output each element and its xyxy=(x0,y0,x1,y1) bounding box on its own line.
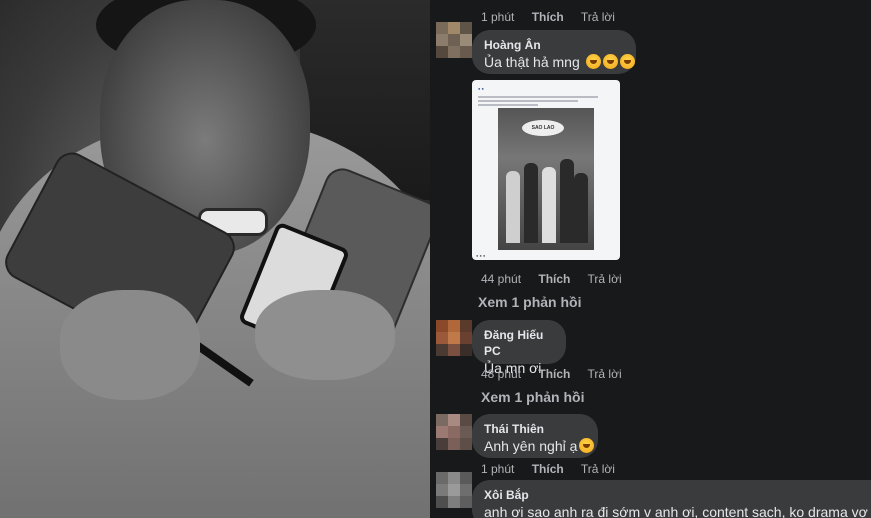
view-replies-link[interactable]: Xem 1 phản hồi xyxy=(478,294,581,310)
attachment-text-line xyxy=(478,100,578,102)
attachment-text-line xyxy=(478,104,538,106)
comment-actions: 1 phút Thích Trả lời xyxy=(481,10,629,24)
avatar[interactable] xyxy=(436,472,472,508)
crying-face-icon xyxy=(619,54,635,69)
comment-text-content: Ủa thật hả mng xyxy=(484,54,580,70)
post-photo[interactable] xyxy=(0,0,430,518)
comment-bubble: Đăng Hiếu PC Ủa mn ơi xyxy=(472,320,566,376)
commenter-name[interactable]: Hoàng Ân xyxy=(484,37,624,53)
reply-button[interactable]: Trả lời xyxy=(581,462,615,476)
comment-actions: 44 phút Thích Trả lời xyxy=(481,272,636,286)
crying-face-icon xyxy=(602,54,618,69)
attachment-text-line xyxy=(478,96,598,98)
avatar[interactable] xyxy=(436,320,472,356)
reply-button[interactable]: Trả lời xyxy=(588,272,622,286)
comment-time[interactable]: 1 phút xyxy=(481,462,514,476)
avatar[interactable] xyxy=(436,414,472,450)
comment-bubble: Thái Thiên Anh yên nghỉ ạ xyxy=(472,414,598,458)
comment-text: anh ơi sao anh ra đi sớm v anh ơi, conte… xyxy=(484,504,871,518)
comment-text: Anh yên nghỉ ạ xyxy=(484,437,595,456)
attachment-people xyxy=(502,148,590,243)
comment-bubble: Xôi Bắp anh ơi sao anh ra đi sớm v anh ơ… xyxy=(472,480,871,518)
comment-time[interactable]: 48 phút xyxy=(481,367,521,381)
comment-text-content: Anh yên nghỉ ạ xyxy=(484,438,578,454)
attachment-photo: SAO LAO xyxy=(498,108,594,250)
crying-face-icon xyxy=(585,54,601,69)
like-button[interactable]: Thích xyxy=(532,10,564,24)
photo-right-hand xyxy=(255,290,395,380)
commenter-name[interactable]: Thái Thiên xyxy=(484,421,586,437)
view-replies-link[interactable]: Xem 1 phản hồi xyxy=(481,389,584,405)
attachment-sign: SAO LAO xyxy=(522,120,564,136)
reply-button[interactable]: Trả lời xyxy=(588,367,622,381)
flushed-face-icon xyxy=(579,438,595,453)
attachment-footer: ● ● ● xyxy=(476,253,486,258)
comment-text: Ủa thật hả mng xyxy=(484,53,635,72)
commenter-name[interactable]: Xôi Bắp xyxy=(484,487,859,503)
commenter-name[interactable]: Đăng Hiếu PC xyxy=(484,327,554,359)
comment-actions: 48 phút Thích Trả lời xyxy=(481,367,636,381)
like-button[interactable]: Thích xyxy=(532,462,564,476)
comment-attachment-image[interactable]: ● ● SAO LAO ● ● ● xyxy=(472,80,620,260)
photo-left-hand xyxy=(60,290,200,400)
comment-bubble: Hoàng Ân Ủa thật hả mng xyxy=(472,30,636,74)
avatar[interactable] xyxy=(436,22,472,58)
reply-button[interactable]: Trả lời xyxy=(581,10,615,24)
comment-actions: 1 phút Thích Trả lời xyxy=(481,462,629,476)
like-button[interactable]: Thích xyxy=(538,367,570,381)
comment-time[interactable]: 1 phút xyxy=(481,10,514,24)
attachment-header: ● ● xyxy=(478,86,484,91)
like-button[interactable]: Thích xyxy=(538,272,570,286)
comment-time[interactable]: 44 phút xyxy=(481,272,521,286)
